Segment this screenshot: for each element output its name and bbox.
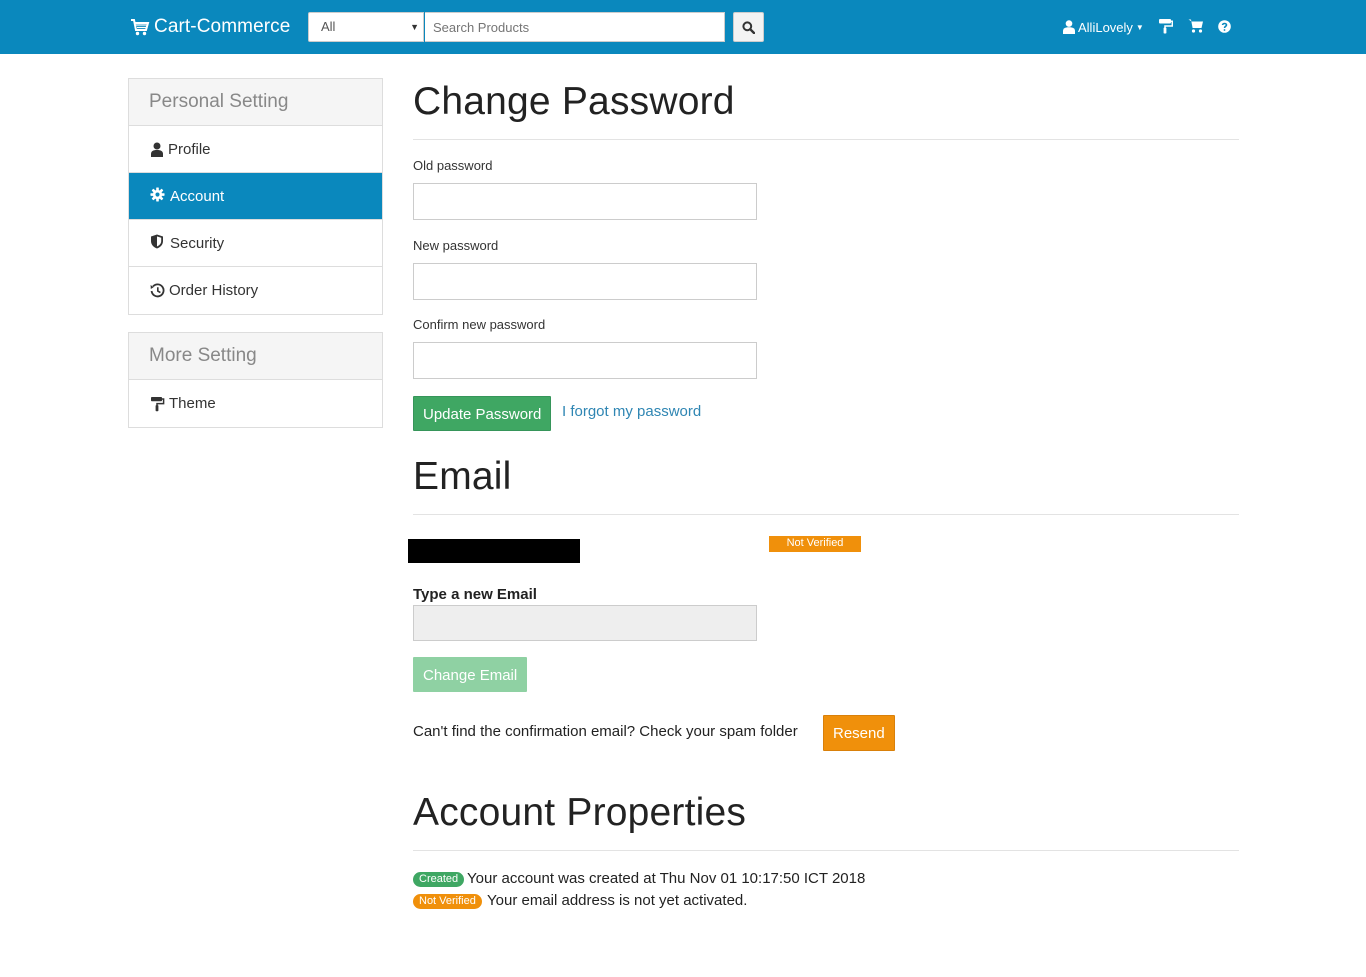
history-icon <box>150 283 165 298</box>
update-password-button[interactable]: Update Password <box>413 396 552 431</box>
category-select[interactable]: All ▼ <box>308 12 424 42</box>
new-email-field[interactable] <box>413 605 757 641</box>
confirm-password-label: Confirm new password <box>413 317 546 332</box>
section-divider <box>413 139 1239 140</box>
old-password-field[interactable] <box>413 183 757 220</box>
spam-folder-note: Can't find the confirmation email? Check… <box>413 723 798 740</box>
sidebar-item-label: Security <box>170 234 225 252</box>
top-navbar: Cart-Commerce All ▼ AlliLovely ▼ <box>0 0 1366 54</box>
category-select-value: All <box>321 19 336 34</box>
panel-heading: Personal Setting <box>129 79 382 126</box>
account-properties-heading: Account Properties <box>413 791 747 834</box>
sidebar-item-label: Profile <box>168 140 211 158</box>
account-created-text: Your account was created at Thu Nov 01 1… <box>467 870 866 887</box>
section-divider <box>413 850 1239 851</box>
sidebar-item-theme[interactable]: Theme <box>129 380 382 427</box>
new-password-label: New password <box>413 238 499 253</box>
sidebar-item-security[interactable]: Security <box>129 220 382 267</box>
cart-logo-icon <box>131 19 150 36</box>
new-password-field[interactable] <box>413 263 757 300</box>
search-button[interactable] <box>733 12 764 42</box>
caret-down-icon: ▼ <box>1135 22 1144 32</box>
section-divider <box>413 514 1239 515</box>
user-icon <box>151 142 163 157</box>
paint-roller-icon[interactable] <box>1158 18 1173 34</box>
paint-roller-icon <box>151 396 165 411</box>
sidebar-item-profile[interactable]: Profile <box>129 126 382 173</box>
email-status-badge: Not Verified <box>769 536 861 552</box>
help-icon[interactable] <box>1218 20 1231 33</box>
search-input[interactable] <box>425 12 725 42</box>
old-password-label: Old password <box>413 158 493 173</box>
panel-heading: More Setting <box>129 333 382 380</box>
sidebar-item-label: Theme <box>169 395 216 412</box>
change-password-heading: Change Password <box>413 80 735 123</box>
confirm-password-field[interactable] <box>413 342 757 379</box>
chevron-down-icon: ▼ <box>410 22 419 32</box>
more-setting-panel: More Setting Theme <box>128 332 383 428</box>
not-verified-badge: Not Verified <box>413 894 482 909</box>
change-email-button[interactable]: Change Email <box>413 657 528 692</box>
email-not-activated-text: Your email address is not yet activated. <box>487 892 748 909</box>
resend-button[interactable]: Resend <box>823 715 895 751</box>
sidebar-item-label: Order History <box>169 282 259 299</box>
sidebar-item-label: Account <box>170 187 225 205</box>
brand-link[interactable]: Cart-Commerce <box>130 13 290 41</box>
created-badge: Created <box>413 872 465 887</box>
email-heading: Email <box>413 455 512 498</box>
search-icon <box>742 20 755 34</box>
user-icon <box>1063 20 1075 34</box>
user-name: AlliLovely <box>1078 19 1133 35</box>
cart-icon[interactable] <box>1188 18 1204 33</box>
user-menu-dropdown[interactable]: AlliLovely ▼ <box>1063 17 1144 37</box>
shield-icon <box>151 234 163 248</box>
sidebar-item-account[interactable]: Account <box>129 173 382 220</box>
personal-setting-panel: Personal Setting Profile Account Securit… <box>128 78 383 315</box>
gear-icon <box>150 186 165 202</box>
forgot-password-link[interactable]: I forgot my password <box>562 403 701 420</box>
sidebar-item-order-history[interactable]: Order History <box>129 267 382 314</box>
new-email-label: Type a new Email <box>413 586 537 603</box>
current-email-redacted <box>408 539 580 563</box>
brand-name: Cart-Commerce <box>154 16 291 37</box>
